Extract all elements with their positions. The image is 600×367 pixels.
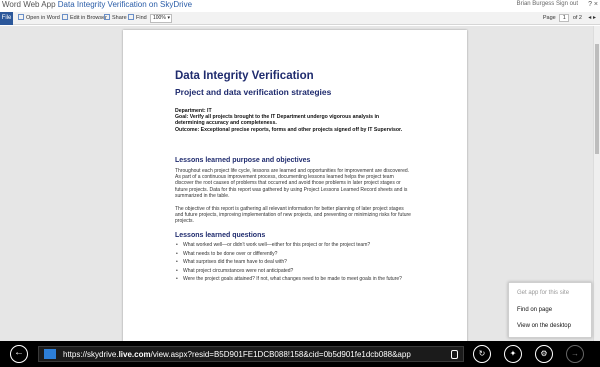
open-in-word-button[interactable]: Open in Word bbox=[18, 14, 60, 23]
menu-item-find-on-page[interactable]: Find on page bbox=[517, 306, 552, 314]
title-bar: Word Web App Data Integrity Verification… bbox=[0, 0, 600, 12]
page-tools-menu: Get app for this site Find on page View … bbox=[508, 282, 592, 338]
share-label: Share bbox=[112, 15, 127, 21]
find-label: Find bbox=[136, 15, 147, 21]
questions-list: What worked well—or didn't work well—eit… bbox=[175, 242, 411, 285]
address-bar[interactable]: https://skydrive.live.com/view.aspx?resi… bbox=[38, 346, 464, 362]
pin-button[interactable]: ✦ bbox=[504, 345, 522, 363]
page-total: of 2 bbox=[572, 15, 582, 21]
refresh-button[interactable]: ↻ bbox=[473, 345, 491, 363]
document-meta: Department: IT Goal: Verify all projects… bbox=[175, 108, 405, 133]
document-page: Data Integrity Verification Project and … bbox=[123, 30, 467, 360]
document-title: Data Integrity Verification bbox=[175, 70, 314, 82]
list-item: What surprises did the team have to deal… bbox=[175, 259, 411, 265]
goal-line: Goal: Verify all projects brought to the… bbox=[175, 114, 380, 127]
zoom-select[interactable]: 100% ▾ bbox=[150, 14, 172, 23]
scrollbar-thumb[interactable] bbox=[595, 44, 599, 154]
chevron-down-icon: ▾ bbox=[167, 15, 170, 21]
document-subtitle: Project and data verification strategies bbox=[175, 87, 332, 97]
edit-in-browser-button[interactable]: Edit in Browser bbox=[62, 14, 107, 23]
site-icon bbox=[44, 349, 56, 359]
window-controls[interactable]: ? × bbox=[588, 0, 598, 9]
section-heading-purpose: Lessons learned purpose and objectives bbox=[175, 157, 311, 164]
page-tools-button[interactable]: ⚙ bbox=[535, 345, 553, 363]
menu-item-get-app: Get app for this site bbox=[517, 290, 570, 296]
forward-button[interactable]: → bbox=[566, 345, 584, 363]
back-button[interactable]: ← bbox=[10, 345, 28, 363]
url-text: https://skydrive.live.com/view.aspx?resi… bbox=[63, 350, 411, 359]
document-name: Data Integrity Verification on SkyDrive bbox=[57, 0, 193, 9]
menu-item-view-on-desktop[interactable]: View on the desktop bbox=[517, 322, 571, 330]
ribbon-toolbar: File Open in Word Edit in Browser Share … bbox=[0, 12, 600, 25]
section-heading-questions: Lessons learned questions bbox=[175, 232, 266, 239]
zoom-value: 100% bbox=[153, 15, 166, 21]
list-item: What project circumstances were not anti… bbox=[175, 268, 411, 274]
paragraph-purpose: Throughout each project life cycle, less… bbox=[175, 168, 410, 199]
find-icon bbox=[128, 14, 134, 20]
page-number-input[interactable]: 1 bbox=[559, 14, 570, 22]
paragraph-objective: The objective of this report is gatherin… bbox=[175, 206, 411, 225]
list-item: What worked well—or didn't work well—eit… bbox=[175, 242, 411, 248]
browser-app-bar: ← https://skydrive.live.com/view.aspx?re… bbox=[0, 341, 600, 367]
edit-icon bbox=[62, 14, 68, 20]
app-name: Word Web App bbox=[2, 0, 56, 9]
word-icon bbox=[18, 14, 24, 20]
share-button[interactable]: Share bbox=[104, 14, 127, 23]
vertical-scrollbar[interactable] bbox=[593, 26, 600, 341]
outcome-line: Outcome: Exceptional precise reports, fo… bbox=[175, 126, 403, 133]
user-sign-out[interactable]: Brian Burgess Sign out bbox=[517, 0, 578, 9]
page-nav-arrows[interactable]: ◂ ▸ bbox=[588, 14, 596, 23]
share-icon bbox=[104, 14, 110, 20]
file-tab[interactable]: File bbox=[0, 12, 13, 25]
edit-in-browser-label: Edit in Browser bbox=[70, 15, 107, 21]
list-item: What needs to be done over or differentl… bbox=[175, 251, 411, 257]
window-title: Word Web App Data Integrity Verification… bbox=[2, 0, 192, 10]
list-item: Were the project goals attained? If not,… bbox=[175, 276, 411, 282]
page-indicator: Page 1 of 2 bbox=[543, 14, 582, 23]
page-label: Page bbox=[542, 15, 556, 21]
open-in-word-label: Open in Word bbox=[26, 15, 60, 21]
find-button[interactable]: Find bbox=[128, 14, 147, 23]
lock-icon bbox=[451, 350, 458, 359]
